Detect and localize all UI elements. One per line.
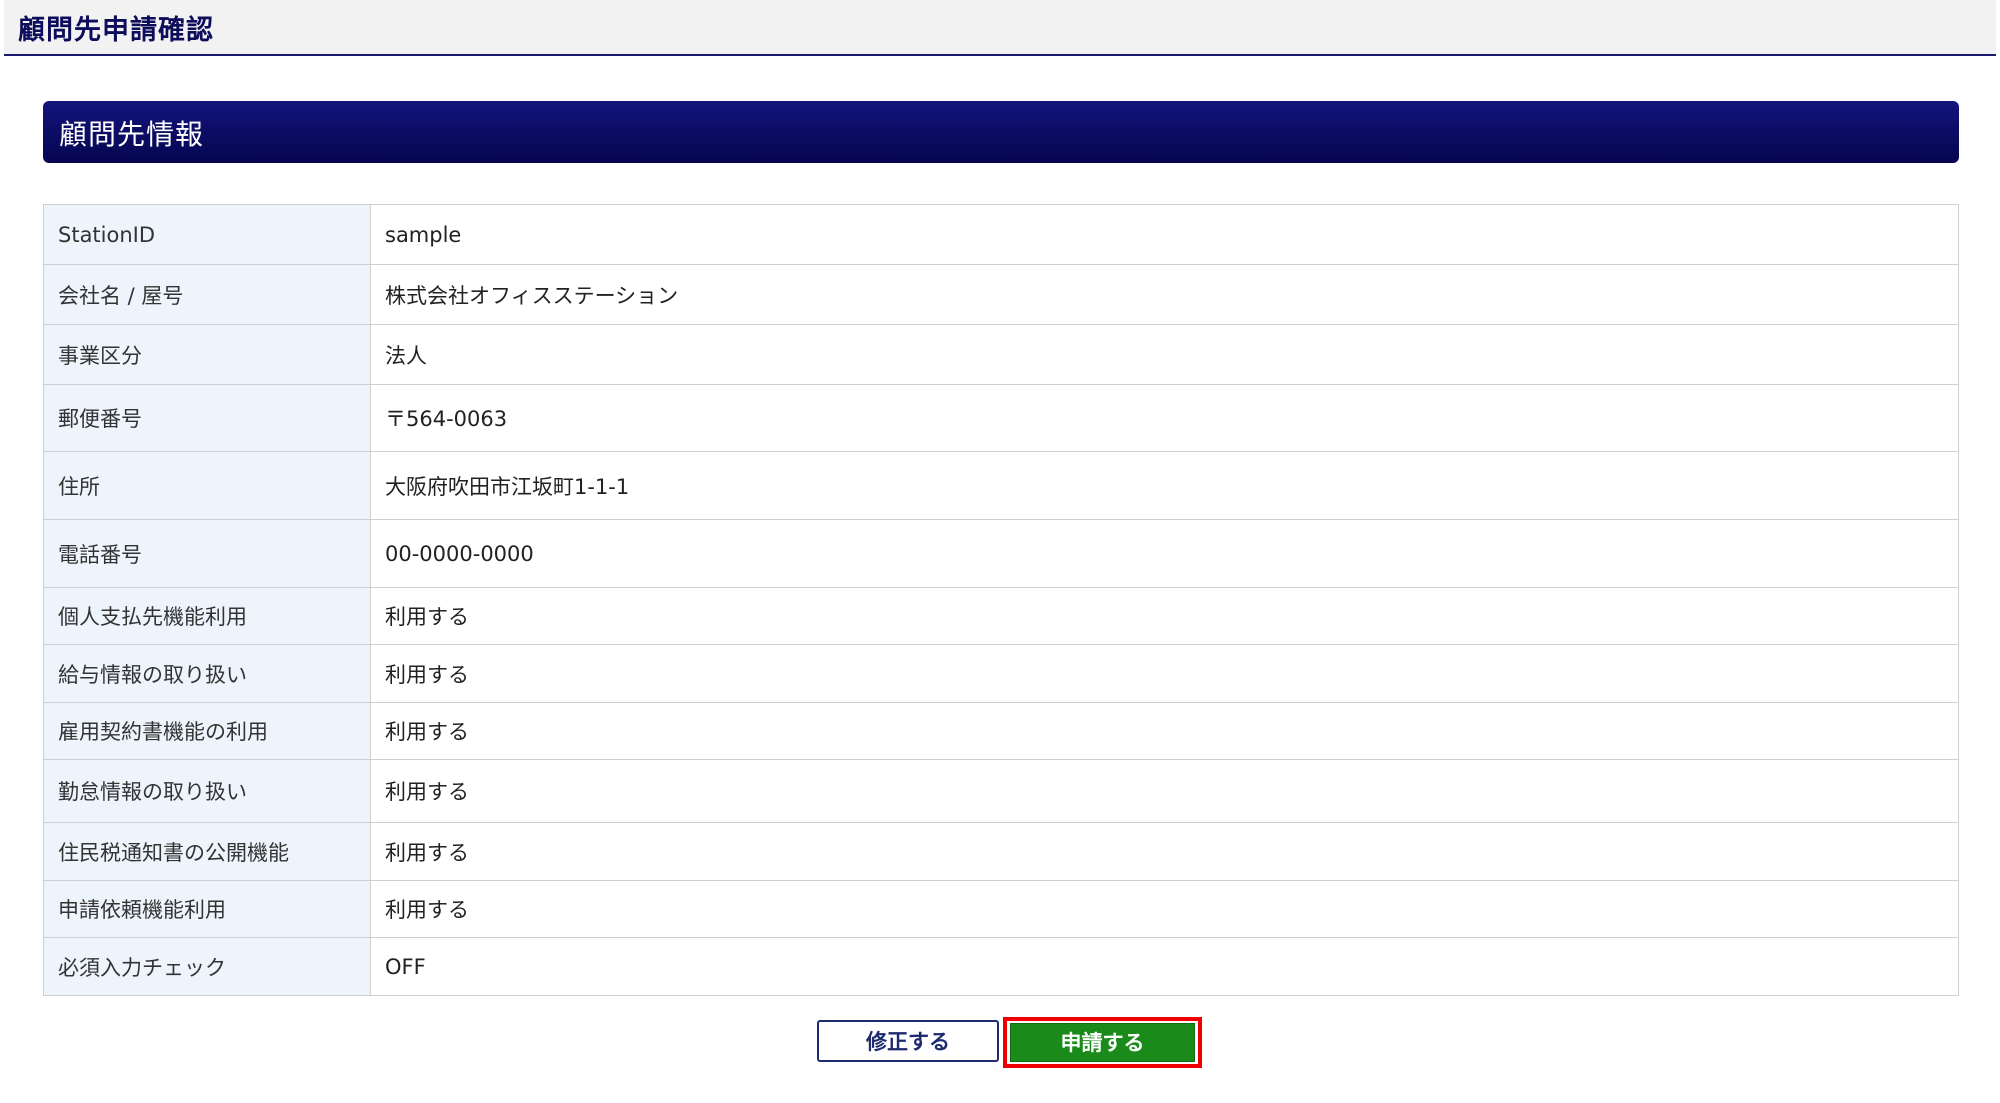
table-row: 雇用契約書機能の利用 利用する	[43, 702, 1959, 760]
row-label-station-id: StationID	[43, 204, 371, 265]
page-header: 顧問先申請確認	[4, 0, 1996, 56]
client-info-table: StationID sample 会社名 / 屋号 株式会社オフィスステーション…	[43, 204, 1959, 996]
table-row: 勤怠情報の取り扱い 利用する	[43, 759, 1959, 823]
row-value-attendance-info: 利用する	[370, 759, 1959, 823]
row-label-attendance-info: 勤怠情報の取り扱い	[43, 759, 371, 823]
table-row: 会社名 / 屋号 株式会社オフィスステーション	[43, 264, 1959, 325]
page-title: 顧問先申請確認	[18, 15, 214, 46]
table-row: 個人支払先機能利用 利用する	[43, 587, 1959, 645]
row-value-request-function: 利用する	[370, 880, 1959, 938]
section-header: 顧問先情報	[43, 101, 1959, 163]
row-label-business-type: 事業区分	[43, 324, 371, 385]
row-value-employment-contract: 利用する	[370, 702, 1959, 760]
row-value-postal-code: 〒564-0063	[370, 384, 1959, 452]
table-row: 給与情報の取り扱い 利用する	[43, 644, 1959, 703]
row-label-company-name: 会社名 / 屋号	[43, 264, 371, 325]
table-row: 電話番号 00-0000-0000	[43, 519, 1959, 588]
row-value-business-type: 法人	[370, 324, 1959, 385]
row-value-address: 大阪府吹田市江坂町1-1-1	[370, 451, 1959, 520]
table-row: 郵便番号 〒564-0063	[43, 384, 1959, 452]
table-row: 必須入力チェック OFF	[43, 937, 1959, 996]
row-label-address: 住所	[43, 451, 371, 520]
row-value-resident-tax-notice: 利用する	[370, 822, 1959, 881]
apply-button[interactable]: 申請する	[1010, 1023, 1195, 1062]
action-buttons: 修正する 申請する	[0, 1017, 2000, 1068]
table-row: 住所 大阪府吹田市江坂町1-1-1	[43, 451, 1959, 520]
row-label-required-input-check: 必須入力チェック	[43, 937, 371, 996]
row-value-station-id: sample	[370, 204, 1959, 265]
row-value-individual-payee: 利用する	[370, 587, 1959, 645]
row-label-request-function: 申請依頼機能利用	[43, 880, 371, 938]
edit-button[interactable]: 修正する	[817, 1020, 999, 1062]
row-value-payroll-info: 利用する	[370, 644, 1959, 703]
section-title: 顧問先情報	[59, 118, 205, 151]
table-row: 住民税通知書の公開機能 利用する	[43, 822, 1959, 881]
row-label-phone: 電話番号	[43, 519, 371, 588]
row-value-required-input-check: OFF	[370, 937, 1959, 996]
row-label-postal-code: 郵便番号	[43, 384, 371, 452]
row-label-individual-payee: 個人支払先機能利用	[43, 587, 371, 645]
row-label-resident-tax-notice: 住民税通知書の公開機能	[43, 822, 371, 881]
table-row: 申請依頼機能利用 利用する	[43, 880, 1959, 938]
table-row: StationID sample	[43, 204, 1959, 265]
table-row: 事業区分 法人	[43, 324, 1959, 385]
row-label-payroll-info: 給与情報の取り扱い	[43, 644, 371, 703]
row-value-phone: 00-0000-0000	[370, 519, 1959, 588]
row-label-employment-contract: 雇用契約書機能の利用	[43, 702, 371, 760]
row-value-company-name: 株式会社オフィスステーション	[370, 264, 1959, 325]
